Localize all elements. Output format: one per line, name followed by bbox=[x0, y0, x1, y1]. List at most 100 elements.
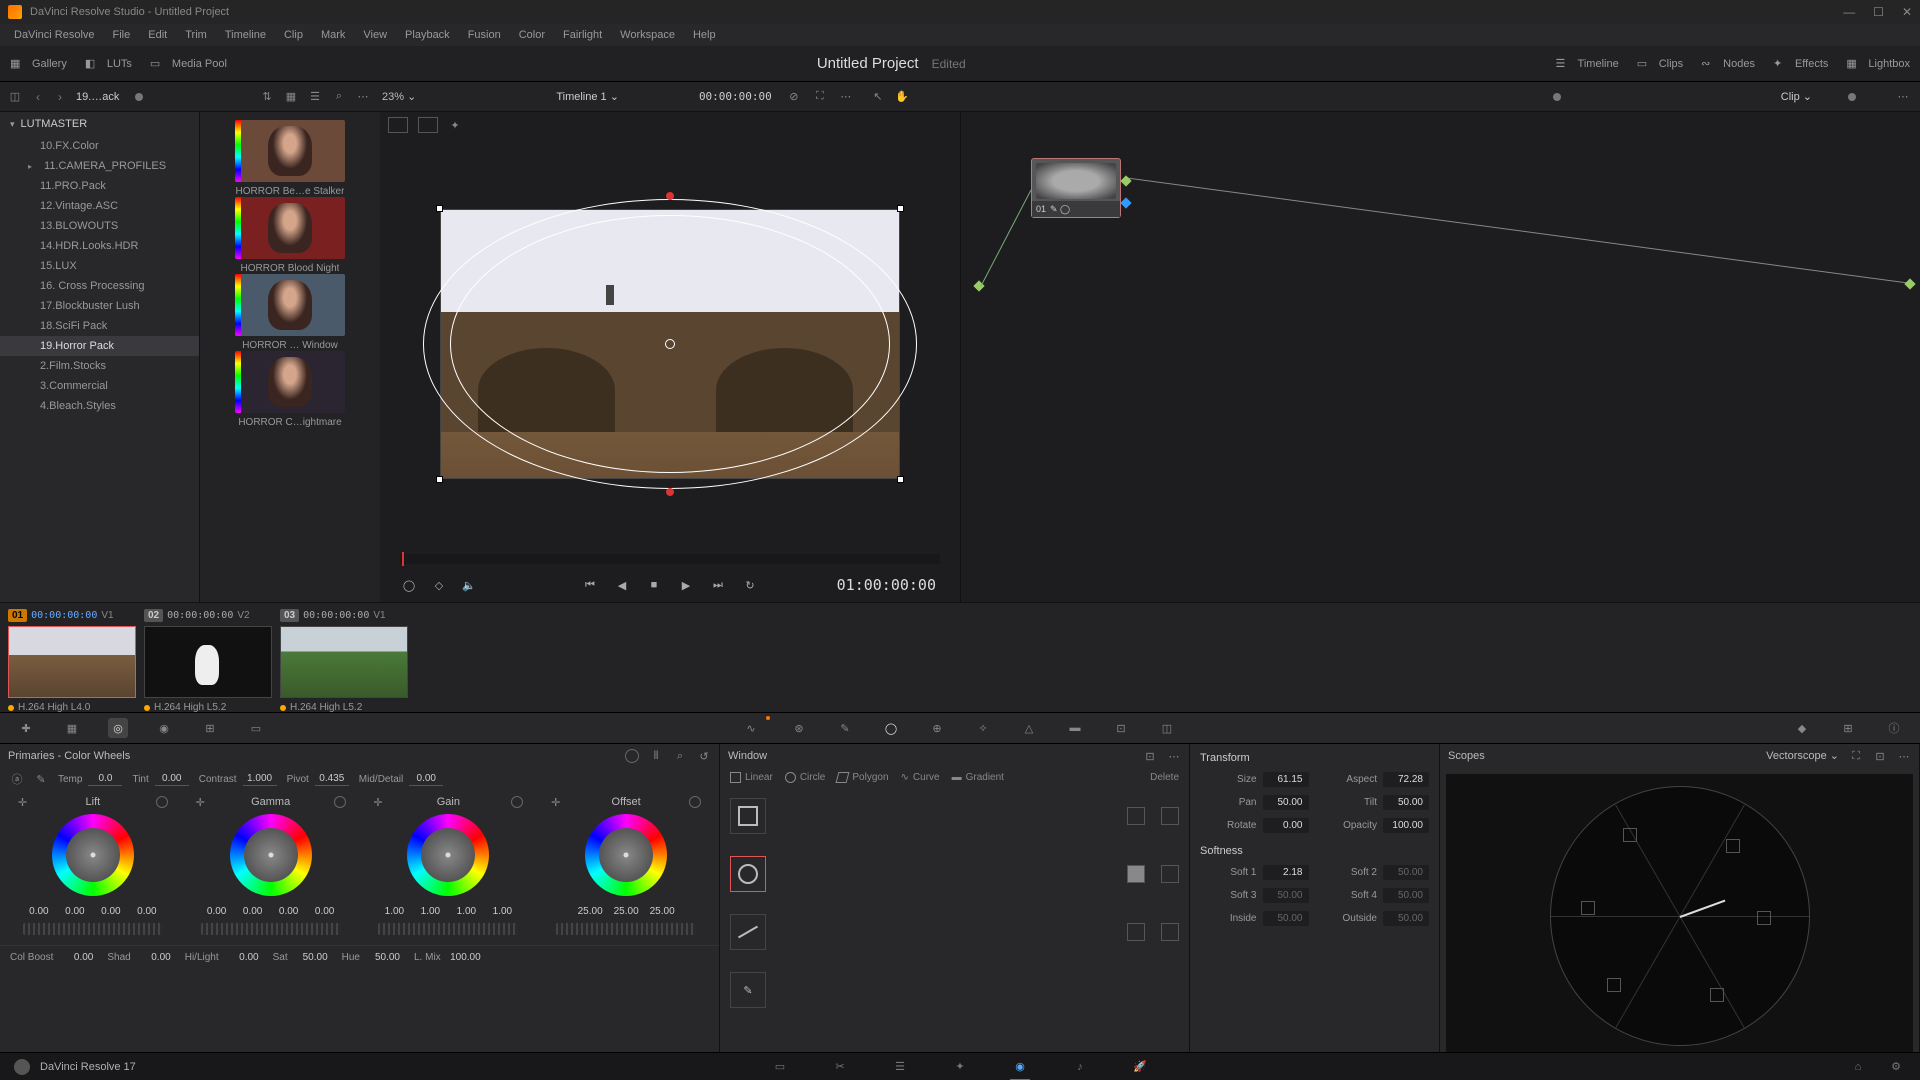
tree-item[interactable]: 3.Commercial bbox=[0, 376, 199, 396]
window-row-linear[interactable] bbox=[730, 793, 1179, 839]
gallery-button[interactable]: ▦Gallery bbox=[10, 57, 67, 71]
opacity-field[interactable]: 100.00 bbox=[1383, 818, 1429, 833]
tree-root[interactable]: ▾ LUTMASTER bbox=[0, 112, 199, 136]
gain-picker-icon[interactable]: ✛ bbox=[373, 796, 382, 809]
timeline-button[interactable]: ☰Timeline bbox=[1556, 57, 1619, 71]
delete-window-button[interactable]: Delete bbox=[1150, 772, 1179, 783]
add-linear-button[interactable]: Linear bbox=[730, 772, 773, 783]
lift-value[interactable]: 0.00 bbox=[132, 906, 162, 917]
pivot-field[interactable]: 0.435 bbox=[315, 773, 349, 786]
node-output-port[interactable] bbox=[1120, 175, 1131, 186]
gamma-reset-icon[interactable] bbox=[334, 796, 346, 808]
node-graph[interactable]: 01 ✎ ◯ bbox=[960, 112, 1920, 602]
clips-button[interactable]: ▭Clips bbox=[1637, 57, 1683, 71]
gain-jog-wheel[interactable] bbox=[378, 923, 518, 935]
lut-thumbnail[interactable]: HORROR Be…e Stalker bbox=[208, 120, 372, 197]
maximize-button[interactable]: ☐ bbox=[1873, 5, 1884, 19]
page-deliver-icon[interactable]: 🚀 bbox=[1130, 1059, 1150, 1075]
tree-item[interactable]: 4.Bleach.Styles bbox=[0, 396, 199, 416]
gain-reset-icon[interactable] bbox=[511, 796, 523, 808]
window-row-circle[interactable] bbox=[730, 851, 1179, 897]
gamma-value[interactable]: 0.00 bbox=[310, 906, 340, 917]
viewer-mode-1-icon[interactable] bbox=[388, 117, 408, 133]
unmix-icon[interactable]: ◯ bbox=[400, 576, 418, 594]
qualifier-icon[interactable]: ✎ bbox=[835, 718, 855, 738]
blur-icon[interactable]: △ bbox=[1019, 718, 1039, 738]
menu-davinci[interactable]: DaVinci Resolve bbox=[6, 27, 103, 43]
hdr-wheels-icon[interactable]: ◉ bbox=[154, 718, 174, 738]
tree-item[interactable]: 12.Vintage.ASC bbox=[0, 196, 199, 216]
window-more-icon[interactable]: ⋯ bbox=[1167, 749, 1181, 763]
rotate-field[interactable]: 0.00 bbox=[1263, 818, 1309, 833]
lift-reset-icon[interactable] bbox=[156, 796, 168, 808]
page-fairlight-icon[interactable]: ♪ bbox=[1070, 1059, 1090, 1075]
inside-field[interactable]: 50.00 bbox=[1263, 911, 1309, 926]
tree-item[interactable]: 11.CAMERA_PROFILES bbox=[0, 156, 199, 176]
lift-jog-wheel[interactable] bbox=[23, 923, 163, 935]
viewer-more-icon[interactable]: ⋯ bbox=[839, 90, 853, 104]
win-mask-toggle[interactable] bbox=[1127, 865, 1145, 883]
close-button[interactable]: ✕ bbox=[1902, 5, 1912, 19]
tree-item[interactable]: 18.SciFi Pack bbox=[0, 316, 199, 336]
soft4-field[interactable]: 50.00 bbox=[1383, 888, 1429, 903]
window-icon[interactable]: ◯ bbox=[881, 718, 901, 738]
pw-soft-top[interactable] bbox=[666, 192, 674, 200]
offset-value[interactable]: 25.00 bbox=[575, 906, 605, 917]
log-mode-icon[interactable]: ⌕ bbox=[673, 749, 687, 763]
menu-mark[interactable]: Mark bbox=[313, 27, 353, 43]
offset-jog-wheel[interactable] bbox=[556, 923, 696, 935]
graph-input-port[interactable] bbox=[973, 280, 984, 291]
add-circle-button[interactable]: Circle bbox=[785, 772, 826, 783]
node-alpha-port[interactable] bbox=[1120, 197, 1131, 208]
playhead[interactable] bbox=[402, 552, 404, 566]
minimize-button[interactable]: ― bbox=[1843, 5, 1855, 19]
user-icon[interactable] bbox=[14, 1059, 30, 1075]
lut-thumbnail-list[interactable]: HORROR Be…e StalkerHORROR Blood NightHOR… bbox=[200, 112, 380, 602]
info-icon[interactable]: ⓘ bbox=[1884, 718, 1904, 738]
offset-value[interactable]: 25.00 bbox=[647, 906, 677, 917]
tilt-field[interactable]: 50.00 bbox=[1383, 795, 1429, 810]
gain-value[interactable]: 1.00 bbox=[415, 906, 445, 917]
timecode[interactable]: 00:00:00:00 bbox=[699, 90, 772, 103]
magic-wand-icon[interactable]: ✦ bbox=[448, 118, 462, 132]
shad-field[interactable]: 0.00 bbox=[137, 952, 171, 963]
node-more-icon[interactable]: ⋯ bbox=[1896, 90, 1910, 104]
luts-button[interactable]: ◧LUTs bbox=[85, 57, 132, 71]
graph-output-port[interactable] bbox=[1904, 278, 1915, 289]
play-button[interactable]: ▶ bbox=[677, 576, 695, 594]
gamma-picker-icon[interactable]: ✛ bbox=[196, 796, 205, 809]
auto-balance-icon[interactable]: ⓐ bbox=[10, 772, 24, 786]
offset-reset-icon[interactable] bbox=[689, 796, 701, 808]
clip-item[interactable]: 0200:00:00:00V2H.264 High L5.2 bbox=[144, 609, 272, 713]
nav-back-button[interactable]: ‹ bbox=[32, 88, 44, 106]
pan-field[interactable]: 50.00 bbox=[1263, 795, 1309, 810]
outside-field[interactable]: 50.00 bbox=[1383, 911, 1429, 926]
curves-icon[interactable]: ∿ bbox=[743, 718, 763, 738]
nodes-button[interactable]: ∾Nodes bbox=[1701, 57, 1755, 71]
size-field[interactable]: 61.15 bbox=[1263, 772, 1309, 787]
window-preset-icon[interactable]: ⊡ bbox=[1143, 749, 1157, 763]
camera-raw-icon[interactable]: ✚ bbox=[16, 718, 36, 738]
motion-effects-icon[interactable]: ▭ bbox=[246, 718, 266, 738]
tracking-icon[interactable]: ⊕ bbox=[927, 718, 947, 738]
sort-icon[interactable]: ⇅ bbox=[260, 90, 274, 104]
split-icon[interactable]: ◇ bbox=[430, 576, 448, 594]
pw-handle-tr[interactable] bbox=[897, 205, 904, 212]
offset-color-wheel[interactable] bbox=[585, 814, 667, 896]
tree-item[interactable]: 10.FX.Color bbox=[0, 136, 199, 156]
mediapool-button[interactable]: ▭Media Pool bbox=[150, 57, 227, 71]
sat-field[interactable]: 50.00 bbox=[294, 952, 328, 963]
pw-handle-br[interactable] bbox=[897, 476, 904, 483]
settings-icon[interactable]: ⚙ bbox=[1886, 1059, 1906, 1075]
lmix-field[interactable]: 100.00 bbox=[447, 952, 481, 963]
viewer-mode-2-icon[interactable] bbox=[418, 117, 438, 133]
timeline-name[interactable]: Timeline 1 ⌄ bbox=[556, 90, 619, 103]
contrast-field[interactable]: 1.000 bbox=[243, 773, 277, 786]
hand-icon[interactable]: ✋ bbox=[895, 90, 909, 104]
bypass-icon[interactable]: ⊘ bbox=[787, 90, 801, 104]
page-edit-icon[interactable]: ☰ bbox=[890, 1059, 910, 1075]
gain-value[interactable]: 1.00 bbox=[451, 906, 481, 917]
add-curve-button[interactable]: ∿Curve bbox=[901, 772, 940, 783]
page-fusion-icon[interactable]: ✦ bbox=[950, 1059, 970, 1075]
offset-picker-icon[interactable]: ✛ bbox=[551, 796, 560, 809]
